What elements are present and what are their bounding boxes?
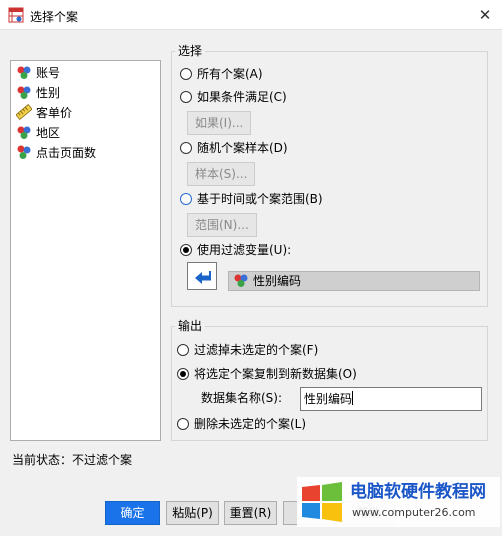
variable-label: 地区 <box>36 126 61 140</box>
variable-label: 客单价 <box>36 106 73 120</box>
text-caret <box>352 391 354 405</box>
radio-label: 随机个案样本(D) <box>197 141 288 155</box>
arrow-left-icon <box>195 271 211 284</box>
variable-item[interactable]: 性别 <box>16 83 60 103</box>
radio-indicator[interactable] <box>177 368 189 380</box>
variable-item[interactable]: 点击页面数 <box>16 143 96 163</box>
radio-if-condition[interactable]: 如果条件满足(C) <box>180 88 287 106</box>
variable-item[interactable]: 地区 <box>16 123 60 143</box>
radio-label: 将选定个案复制到新数据集(O) <box>194 367 357 381</box>
dataset-name-value: 性别编码 <box>304 392 353 406</box>
nominal-var-icon <box>17 66 31 79</box>
select-group-label: 选择 <box>175 44 206 58</box>
radio-filter-out[interactable]: 过滤掉未选定的个案(F) <box>177 341 318 359</box>
filter-variable-name: 性别编码 <box>253 274 302 288</box>
radio-indicator[interactable] <box>180 244 192 256</box>
if-button[interactable]: 如果(I)... <box>187 111 252 135</box>
radio-indicator[interactable] <box>180 68 192 80</box>
radio-label: 如果条件满足(C) <box>197 90 287 104</box>
sample-button[interactable]: 样本(S)... <box>187 162 256 186</box>
radio-copy-new-dataset[interactable]: 将选定个案复制到新数据集(O) <box>177 365 357 383</box>
scale-var-icon <box>16 104 32 120</box>
window-title: 选择个案 <box>30 10 79 24</box>
close-icon[interactable]: ✕ <box>476 6 494 24</box>
variable-item[interactable]: 账号 <box>16 63 60 83</box>
watermark-url: www.computer26.com <box>352 506 476 519</box>
dataset-name-label: 数据集名称(S): <box>201 391 283 405</box>
nominal-var-icon <box>17 126 31 139</box>
radio-indicator[interactable] <box>177 344 189 356</box>
move-variable-button[interactable] <box>187 262 217 290</box>
reset-button[interactable]: 重置(R) <box>224 501 277 525</box>
variable-item[interactable]: 客单价 <box>16 103 72 123</box>
variable-label: 点击页面数 <box>36 146 97 160</box>
radio-filter-variable[interactable]: 使用过滤变量(U): <box>180 241 291 259</box>
dataset-name-input[interactable]: 性别编码 <box>300 387 482 411</box>
ordinal-var-icon <box>17 145 31 159</box>
radio-label: 过滤掉未选定的个案(F) <box>194 343 319 357</box>
output-group-label: 输出 <box>175 319 206 333</box>
radio-all-cases[interactable]: 所有个案(A) <box>180 65 263 83</box>
radio-time-range[interactable]: 基于时间或个案范围(B) <box>180 190 323 208</box>
filter-variable-field[interactable]: 性别编码 <box>228 271 480 291</box>
nominal-var-icon <box>17 86 31 99</box>
radio-indicator[interactable] <box>177 418 189 430</box>
variable-label: 账号 <box>36 66 61 80</box>
radio-label: 删除未选定的个案(L) <box>194 417 307 431</box>
radio-indicator[interactable] <box>180 193 192 205</box>
variable-label: 性别 <box>36 86 61 100</box>
variable-list[interactable]: 账号 性别 客单价 地区 点击页面数 <box>10 60 161 441</box>
range-button[interactable]: 范围(N)... <box>187 213 257 237</box>
radio-indicator[interactable] <box>180 142 192 154</box>
radio-label: 基于时间或个案范围(B) <box>197 192 323 206</box>
windows-logo-icon <box>302 482 342 522</box>
nominal-var-icon <box>234 274 248 287</box>
radio-random-sample[interactable]: 随机个案样本(D) <box>180 139 288 157</box>
ok-button[interactable]: 确定 <box>105 501 160 525</box>
paste-button[interactable]: 粘贴(P) <box>166 501 219 525</box>
radio-delete-unselected[interactable]: 删除未选定的个案(L) <box>177 415 306 433</box>
watermark-title: 电脑软硬件教程网 <box>350 482 486 502</box>
radio-indicator[interactable] <box>180 91 192 103</box>
app-icon <box>8 7 24 23</box>
current-status: 当前状态：不过滤个案 <box>12 453 133 467</box>
radio-label: 使用过滤变量(U): <box>197 243 292 257</box>
radio-label: 所有个案(A) <box>197 67 263 81</box>
